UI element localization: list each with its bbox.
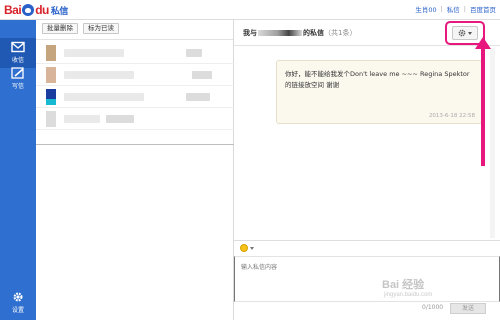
watermark: Bai 经验 [382,279,425,291]
top-bar: Bai du 私信 生肖00 | 私信 | 百度首页 [0,0,500,20]
redacted-text [64,71,134,79]
redacted-text [186,93,210,101]
list-item[interactable] [36,42,234,64]
redacted-text [64,49,124,57]
batch-delete-button[interactable]: 批量删除 [42,23,78,34]
message-bubble: 你好，能不能给我发个Don't leave me ~~~ Regina Spek… [276,60,482,124]
annotation-arrow-head [475,37,491,49]
list-item[interactable] [36,108,234,130]
separator: | [463,5,466,13]
annotation-arrow [481,44,485,166]
paw-icon [22,4,35,16]
list-item[interactable] [36,86,234,108]
redacted-text [106,115,134,123]
message-text: 你好，能不能给我发个Don't leave me ~~~ Regina Spek… [285,70,470,89]
list-toolbar: 批量删除 标为已读 [36,20,233,40]
logo-text-du: du [35,3,49,17]
sidebar-item-label: 设置 [11,307,24,314]
scrollbar[interactable] [490,48,495,238]
avatar [46,111,56,127]
mail-icon [11,41,25,53]
sidebar-item-settings[interactable]: 设置 [0,288,36,318]
sidebar-item-label: 收信 [11,57,24,64]
avatar [46,89,56,99]
gear-icon [13,292,23,302]
edit-icon [11,67,24,79]
sidebar-item-compose[interactable]: 写信 [0,64,36,94]
watermark-url: jingyan.baidu.com [384,292,433,298]
user-menu-link[interactable]: 生肖00 [415,4,436,14]
avatar [46,99,56,105]
redacted-text [64,115,100,123]
message-count: （共1条） [324,29,357,37]
redacted-text [186,49,202,57]
top-links: 生肖00 | 私信 | 百度首页 [415,4,496,14]
message-timestamp: 2013-6-18 22:58 [428,113,475,119]
avatar [46,45,56,61]
sidebar: 收信 写信 设置 [0,20,36,320]
divider [36,144,234,145]
list-item[interactable] [36,64,234,86]
separator: | [440,5,443,13]
messages-link[interactable]: 私信 [447,4,460,14]
title-prefix: 我与 [243,29,257,37]
redacted-username [258,30,302,36]
emoji-button[interactable] [240,244,254,252]
logo-text-bai: Bai [4,3,22,17]
avatar [46,67,56,83]
baidu-logo[interactable]: Bai du 私信 [4,3,68,17]
chat-title: 我与 的私信（共1条） [243,28,356,38]
message-input[interactable] [234,256,500,302]
baidu-home-link[interactable]: 百度首页 [470,4,496,14]
mark-read-button[interactable]: 标为已读 [83,23,119,34]
chat-panel: 我与 的私信（共1条） 你好，能不能给我发个Don't leave me ~~~ … [234,20,500,320]
redacted-text [192,71,212,79]
chevron-down-icon [250,246,254,250]
product-name: 私信 [50,5,69,16]
emoji-icon [240,244,248,252]
title-suffix: 的私信 [303,29,324,37]
sidebar-item-label: 写信 [11,83,24,90]
char-counter: 0/1000 [422,304,444,311]
send-button[interactable]: 发送 [450,303,486,314]
conversation-list: 批量删除 标为已读 [36,20,234,320]
divider [234,240,500,241]
redacted-text [64,93,144,101]
